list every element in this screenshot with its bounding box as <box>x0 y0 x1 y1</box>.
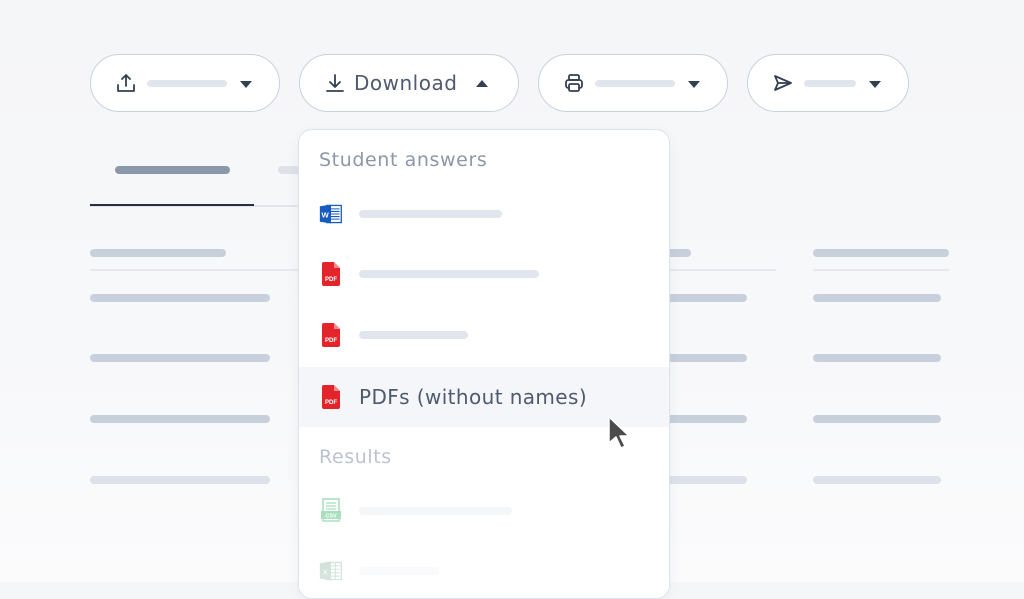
send-icon <box>772 72 794 94</box>
download-button[interactable]: Download <box>299 54 519 112</box>
header-divider <box>90 269 310 271</box>
table-cell-placeholder <box>813 415 941 423</box>
send-button[interactable] <box>747 54 909 112</box>
upload-icon <box>115 72 137 94</box>
column-header-placeholder <box>813 249 949 257</box>
section-title-student-answers: Student answers <box>319 149 488 171</box>
csv-file-icon: CSV <box>321 498 341 522</box>
print-label-placeholder <box>595 79 675 87</box>
svg-text:X: X <box>323 567 328 576</box>
tab-active-placeholder[interactable] <box>115 166 230 174</box>
menu-item-word[interactable]: W <box>299 184 669 244</box>
header-divider <box>813 269 949 271</box>
menu-item-pdf[interactable]: PDF <box>299 305 669 365</box>
menu-item-label: PDFs (without names) <box>359 385 588 409</box>
share-button[interactable] <box>90 54 280 112</box>
table-cell-placeholder <box>90 294 270 302</box>
printer-icon <box>563 72 585 94</box>
download-dropdown-menu: Student answers W PDF PDF PDF PDFs (with… <box>298 129 670 599</box>
download-icon <box>324 72 346 94</box>
pdf-file-icon: PDF <box>322 262 340 286</box>
column-header-placeholder <box>90 249 226 257</box>
send-label-placeholder <box>804 79 856 87</box>
svg-text:PDF: PDF <box>325 338 337 344</box>
menu-item-excel[interactable]: X <box>299 541 669 598</box>
chevron-up-icon <box>476 80 488 87</box>
active-tab-underline <box>90 204 254 206</box>
pdf-file-icon: PDF <box>322 385 340 409</box>
download-label: Download <box>354 71 458 95</box>
svg-text:PDF: PDF <box>325 400 337 406</box>
chevron-down-icon <box>240 81 252 88</box>
table-cell-placeholder <box>813 354 941 362</box>
table-cell-placeholder <box>813 294 941 302</box>
share-label-placeholder <box>147 79 227 87</box>
table-cell-placeholder <box>90 354 270 362</box>
menu-item-csv[interactable]: CSV <box>299 481 669 541</box>
menu-item-label-placeholder <box>359 270 539 278</box>
svg-text:W: W <box>322 210 330 219</box>
menu-item-label-placeholder <box>359 331 468 339</box>
mouse-cursor-icon <box>608 416 630 449</box>
pdf-file-icon: PDF <box>322 323 340 347</box>
table-cell-placeholder <box>813 476 941 484</box>
svg-text:CSV: CSV <box>325 514 337 520</box>
chevron-down-icon <box>688 81 700 88</box>
print-button[interactable] <box>538 54 728 112</box>
svg-text:PDF: PDF <box>325 277 337 283</box>
table-cell-placeholder <box>90 415 270 423</box>
chevron-down-icon <box>869 81 881 88</box>
excel-file-icon: X <box>319 561 342 581</box>
menu-item-label-placeholder <box>359 507 512 515</box>
section-title-results: Results <box>319 446 392 468</box>
menu-item-pdf[interactable]: PDF <box>299 244 669 304</box>
table-cell-placeholder <box>90 476 270 484</box>
menu-item-label-placeholder <box>359 567 439 575</box>
word-file-icon: W <box>319 204 342 224</box>
menu-item-label-placeholder <box>359 210 502 218</box>
